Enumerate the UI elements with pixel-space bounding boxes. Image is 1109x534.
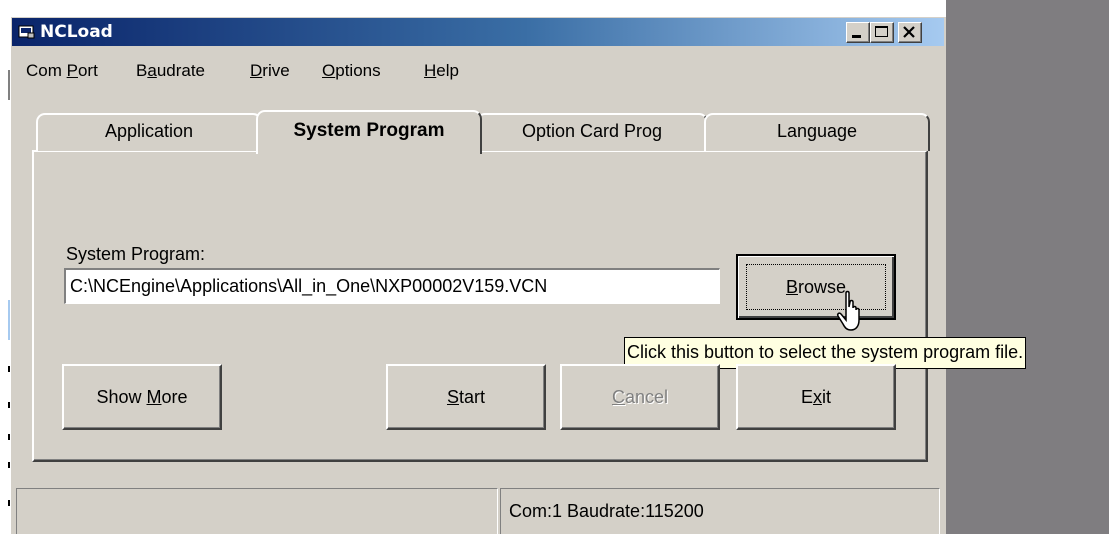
close-button[interactable] bbox=[898, 22, 922, 43]
system-program-label: System Program: bbox=[66, 244, 206, 264]
menu-baudrate[interactable]: Baudrate bbox=[136, 60, 205, 82]
minimize-icon bbox=[852, 35, 861, 38]
menu-com-port[interactable]: Com Port bbox=[26, 60, 98, 82]
start-button[interactable]: Start bbox=[386, 364, 546, 430]
tab-system-program[interactable]: System Program bbox=[256, 110, 482, 154]
app-icon bbox=[18, 25, 35, 39]
maximize-button[interactable] bbox=[870, 22, 894, 43]
title-bar[interactable] bbox=[12, 18, 944, 46]
maximize-icon bbox=[875, 26, 888, 37]
minimize-button[interactable] bbox=[846, 22, 870, 43]
cancel-label: Cancel bbox=[611, 386, 669, 407]
menu-drive[interactable]: Drive bbox=[250, 60, 290, 82]
mouse-cursor-icon bbox=[837, 290, 860, 331]
start-label: Start bbox=[446, 386, 486, 407]
window-title: NCLoad bbox=[40, 22, 113, 42]
browse-button[interactable]: Browse bbox=[736, 254, 896, 320]
tab-option-card-prog[interactable]: Option Card Prog bbox=[476, 113, 708, 151]
status-pane-connection: Com:1 Baudrate:115200 bbox=[500, 488, 940, 534]
cancel-button[interactable]: Cancel bbox=[560, 364, 720, 430]
status-pane-left bbox=[16, 488, 498, 534]
exit-label: Exit bbox=[800, 386, 831, 407]
show-more-label: Show More bbox=[96, 386, 188, 407]
close-icon bbox=[903, 26, 915, 38]
tab-application[interactable]: Application bbox=[36, 113, 262, 151]
menu-help[interactable]: Help bbox=[424, 60, 459, 82]
left-window-edge bbox=[0, 0, 10, 534]
menu-options[interactable]: Options bbox=[322, 60, 381, 82]
system-program-path-input[interactable] bbox=[64, 268, 720, 304]
exit-button[interactable]: Exit bbox=[736, 364, 896, 430]
desktop-background bbox=[946, 0, 1109, 534]
tab-language[interactable]: Language bbox=[704, 113, 930, 151]
show-more-button[interactable]: Show More bbox=[62, 364, 222, 430]
